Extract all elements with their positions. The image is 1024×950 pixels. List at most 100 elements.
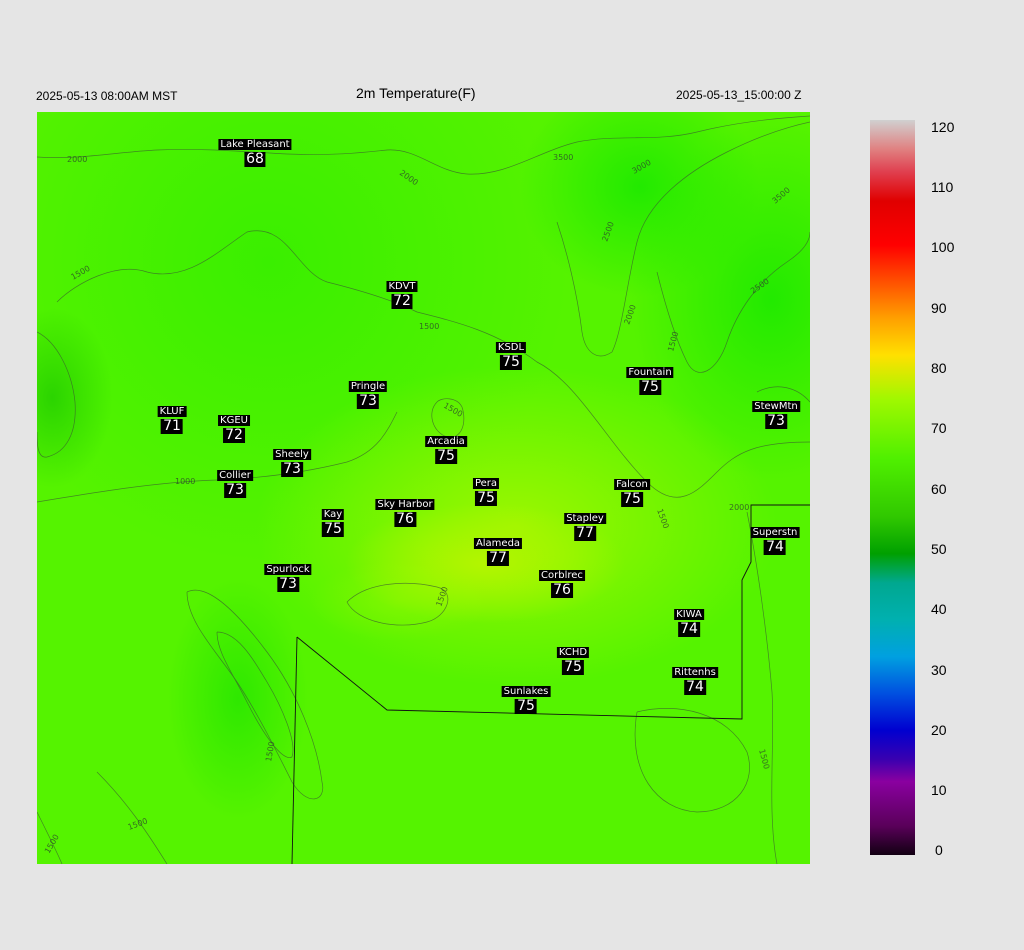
contour-line [746, 511, 778, 864]
station-falcon[interactable]: Falcon 75 [614, 479, 650, 508]
station-name: Spurlock [264, 564, 312, 575]
station-temp: 73 [765, 413, 787, 429]
contour-line [37, 115, 810, 175]
station-name: Stapley [564, 513, 606, 524]
station-name: Kay [321, 509, 345, 520]
colorbar-tick: 80 [931, 360, 947, 376]
temperature-map[interactable]: 2000 2000 3500 3000 2500 3500 2500 2000 … [37, 112, 810, 864]
station-name: Falcon [614, 479, 650, 490]
station-name: Lake Pleasant [218, 139, 292, 150]
station-temp: 76 [551, 582, 573, 598]
station-name: KLUF [157, 406, 187, 417]
colorbar-tick: 0 [935, 842, 943, 858]
colorbar-tick: 10 [931, 782, 947, 798]
station-superstn[interactable]: Superstn 74 [750, 527, 800, 556]
contour-label: 1500 [70, 264, 92, 282]
station-temp: 75 [475, 490, 497, 506]
station-kdvt[interactable]: KDVT 72 [386, 281, 418, 310]
station-temp: 72 [391, 293, 413, 309]
station-temp: 77 [574, 525, 596, 541]
station-lake-pleasant[interactable]: Lake Pleasant 68 [218, 139, 292, 168]
station-temp: 74 [678, 621, 700, 637]
contour-line [96, 771, 168, 864]
contour-label: 3000 [631, 158, 653, 176]
station-name: Superstn [750, 527, 800, 538]
valid-time-utc: 2025-05-13_15:00:00 Z [676, 88, 802, 102]
station-temp: 73 [277, 576, 299, 592]
station-temp: 74 [684, 679, 706, 695]
station-name: Sunlakes [501, 686, 551, 697]
station-spurlock[interactable]: Spurlock 73 [264, 564, 312, 593]
station-alameda[interactable]: Alameda 77 [473, 538, 523, 567]
station-temp: 77 [487, 550, 509, 566]
station-name: Rittenhs [672, 667, 718, 678]
boundary-line [296, 504, 810, 720]
station-name: Alameda [473, 538, 523, 549]
map-title: 2m Temperature(F) [356, 85, 476, 101]
station-name: KGEU [218, 415, 250, 426]
colorbar-tick: 120 [931, 119, 955, 135]
station-name: Pera [472, 478, 500, 489]
station-name: KIWA [674, 609, 704, 620]
colorbar-tick: 90 [931, 300, 947, 316]
colorbar-tick: 50 [931, 541, 947, 557]
station-kgeu[interactable]: KGEU 72 [218, 415, 250, 444]
station-temp: 75 [515, 698, 537, 714]
contour-line [756, 386, 810, 403]
contour-label: 2500 [749, 277, 771, 296]
colorbar-tick: 100 [931, 239, 955, 255]
contour-label: 2000 [67, 155, 87, 164]
station-temp: 75 [562, 659, 584, 675]
contour-label: 1500 [419, 322, 439, 331]
station-temp: 72 [223, 427, 245, 443]
contour-line [216, 631, 294, 758]
station-temp: 75 [500, 354, 522, 370]
station-pera[interactable]: Pera 75 [472, 478, 500, 507]
contour-label: 1500 [127, 816, 149, 831]
contour-label: 1000 [175, 477, 195, 486]
station-name: KDVT [386, 281, 418, 292]
contour-line [37, 331, 76, 458]
station-stapley[interactable]: Stapley 77 [564, 513, 606, 542]
station-temp: 75 [322, 521, 344, 537]
station-fountain[interactable]: Fountain 75 [626, 367, 674, 396]
station-name: Fountain [626, 367, 674, 378]
station-temp: 68 [244, 151, 266, 167]
station-name: KCHD [556, 647, 590, 658]
station-temp: 71 [161, 418, 183, 434]
station-rittenhs[interactable]: Rittenhs 74 [672, 667, 718, 696]
colorbar-tick: 20 [931, 722, 947, 738]
station-kluf[interactable]: KLUF 71 [157, 406, 187, 435]
contour-label: 1500 [757, 748, 771, 770]
station-name: Corblrec [539, 570, 585, 581]
station-kchd[interactable]: KCHD 75 [556, 647, 590, 676]
contour-label: 3500 [553, 153, 573, 162]
station-temp: 74 [764, 539, 786, 555]
station-kay[interactable]: Kay 75 [321, 509, 345, 538]
contour-label: 1500 [43, 833, 61, 855]
contour-line [656, 231, 810, 373]
station-sky-harbor[interactable]: Sky Harbor 76 [375, 499, 435, 528]
station-collier[interactable]: Collier 73 [217, 470, 253, 499]
station-temp: 73 [281, 461, 303, 477]
station-temp: 75 [435, 448, 457, 464]
station-stewmtn[interactable]: StewMtn 73 [752, 401, 800, 430]
station-kiwa[interactable]: KIWA 74 [674, 609, 704, 638]
colorbar-tick: 110 [931, 179, 954, 195]
valid-time-local: 2025-05-13 08:00AM MST [36, 89, 178, 103]
station-pringle[interactable]: Pringle 73 [348, 381, 388, 410]
contour-line [186, 589, 324, 800]
colorbar-tick: 70 [931, 420, 947, 436]
contour-label: 2500 [600, 220, 615, 242]
terrain-contours: 2000 2000 3500 3000 2500 3500 2500 2000 … [37, 115, 810, 864]
station-ksdl[interactable]: KSDL 75 [495, 342, 527, 371]
station-name: Pringle [348, 381, 388, 392]
station-corblrec[interactable]: Corblrec 76 [539, 570, 585, 599]
station-sunlakes[interactable]: Sunlakes 75 [501, 686, 551, 715]
station-temp: 76 [394, 511, 416, 527]
contour-label: 1500 [264, 741, 276, 763]
station-sheely[interactable]: Sheely 73 [273, 449, 311, 478]
station-arcadia[interactable]: Arcadia 75 [425, 436, 467, 465]
contour-line [634, 708, 750, 813]
station-name: Sky Harbor [375, 499, 435, 510]
